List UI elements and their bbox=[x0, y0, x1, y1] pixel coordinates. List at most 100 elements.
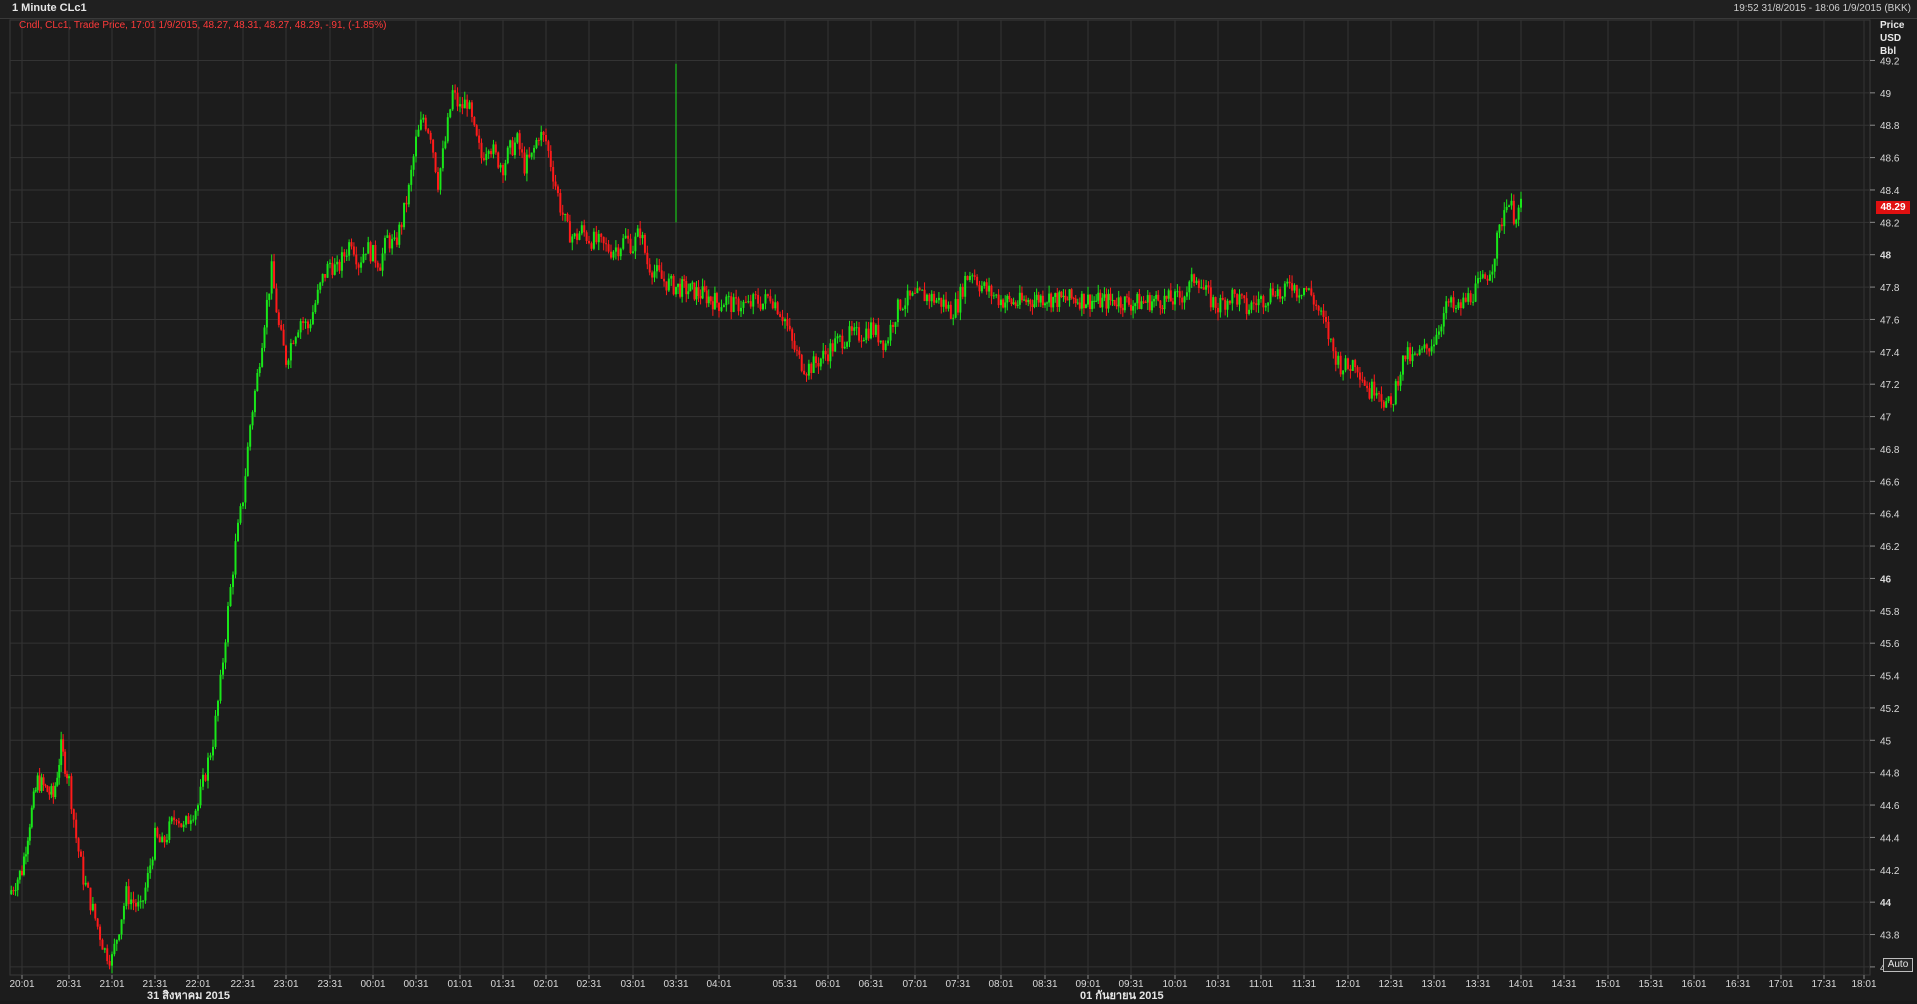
candle-body bbox=[1474, 283, 1477, 302]
candle-body bbox=[118, 934, 121, 940]
candle-body bbox=[437, 171, 439, 190]
candle-body bbox=[439, 168, 442, 190]
candle-body bbox=[1295, 285, 1298, 298]
candle-body bbox=[1248, 309, 1251, 314]
candle-body bbox=[561, 212, 564, 215]
candle-body bbox=[580, 225, 583, 234]
candle-body bbox=[163, 836, 166, 843]
candle-body bbox=[1409, 347, 1412, 362]
candle-body bbox=[937, 297, 940, 301]
candle-body bbox=[1469, 293, 1472, 303]
candle-body bbox=[827, 354, 829, 362]
y-tick-label: 43.8 bbox=[1880, 931, 1900, 942]
candle-body bbox=[590, 243, 593, 249]
price-chart[interactable]: 20:01 20:31 21:01 21:31 22:01 22:31 23:01 23:31… bbox=[0, 0, 1917, 1001]
candle-body bbox=[22, 856, 25, 875]
candle-body bbox=[289, 343, 292, 361]
y-tick-label: 48 bbox=[1880, 251, 1892, 262]
candle-body bbox=[376, 262, 379, 268]
candle-body bbox=[1467, 293, 1470, 302]
candle-body bbox=[38, 775, 41, 791]
candle-body bbox=[1219, 297, 1222, 313]
candle-body bbox=[870, 322, 872, 339]
candle-body bbox=[614, 247, 617, 252]
candle-body bbox=[244, 476, 247, 503]
candle-body bbox=[935, 300, 938, 303]
candle-body bbox=[470, 102, 473, 117]
candle-body bbox=[1327, 321, 1330, 340]
candle-body bbox=[860, 340, 863, 342]
candle-body bbox=[715, 293, 718, 303]
candle-body bbox=[528, 154, 531, 157]
candle-body bbox=[602, 236, 605, 244]
candle-body bbox=[1517, 207, 1520, 220]
candle-body bbox=[693, 282, 696, 300]
candle-body bbox=[1121, 307, 1124, 311]
x-tick-label: 15:01 bbox=[1595, 979, 1620, 990]
x-tick-label: 02:31 bbox=[576, 979, 601, 990]
candle-body bbox=[1125, 296, 1128, 298]
candle-body bbox=[675, 286, 677, 295]
candle-body bbox=[1488, 274, 1491, 281]
x-tick-label: 00:01 bbox=[360, 979, 385, 990]
candle-body bbox=[1224, 299, 1227, 310]
candle-body bbox=[1039, 295, 1042, 303]
candle-body bbox=[84, 882, 87, 885]
x-tick-label: 08:31 bbox=[1032, 979, 1057, 990]
candle-body bbox=[256, 372, 259, 391]
candle-body bbox=[89, 887, 92, 911]
candle-body bbox=[1193, 274, 1196, 284]
candle-body bbox=[516, 133, 519, 143]
candle-body bbox=[79, 851, 82, 857]
y-tick-label: 46 bbox=[1880, 574, 1892, 585]
candle-body bbox=[379, 267, 382, 271]
candle-body bbox=[629, 238, 632, 254]
candle-body bbox=[766, 294, 769, 297]
candle-body bbox=[788, 325, 791, 330]
candle-body bbox=[754, 294, 757, 296]
candle-body bbox=[655, 265, 658, 272]
candle-body bbox=[1520, 198, 1522, 208]
candle-body bbox=[383, 237, 386, 254]
candle-body bbox=[566, 213, 569, 222]
price-axis-label: Price bbox=[1880, 20, 1905, 31]
candle-body bbox=[419, 119, 422, 130]
candle-body bbox=[1418, 349, 1421, 355]
candle-body bbox=[846, 342, 849, 347]
candle-body bbox=[843, 346, 846, 349]
candle-body bbox=[1510, 200, 1513, 206]
candle-body bbox=[333, 264, 336, 275]
candle-body bbox=[1107, 293, 1110, 309]
candle-body bbox=[525, 154, 528, 174]
candle-body bbox=[862, 339, 865, 342]
auto-scale-button[interactable]: Auto bbox=[1883, 958, 1913, 972]
candle-body bbox=[1479, 277, 1482, 279]
candle-body bbox=[1320, 310, 1323, 312]
candle-body bbox=[568, 221, 571, 243]
candle-body bbox=[1169, 290, 1172, 302]
candle-body bbox=[889, 324, 892, 341]
candle-body bbox=[1050, 293, 1053, 308]
x-tick-label: 21:01 bbox=[99, 979, 124, 990]
candle-body bbox=[874, 324, 877, 335]
candle-body bbox=[237, 522, 239, 542]
candle-body bbox=[352, 246, 355, 255]
candle-body bbox=[573, 233, 576, 237]
candle-body bbox=[660, 270, 663, 279]
candle-body bbox=[170, 817, 173, 822]
x-tick-label: 07:01 bbox=[902, 979, 927, 990]
candle-body bbox=[781, 316, 784, 322]
candle-body bbox=[1157, 294, 1160, 301]
candle-body bbox=[535, 140, 538, 148]
candle-body bbox=[1310, 288, 1313, 296]
candle-body bbox=[559, 192, 562, 213]
y-tick-label: 45 bbox=[1880, 736, 1892, 747]
candle-body bbox=[815, 356, 818, 364]
y-tick-label: 46.6 bbox=[1880, 477, 1900, 488]
candle-body bbox=[459, 104, 461, 107]
candle-body bbox=[1082, 293, 1085, 309]
candle-body bbox=[18, 870, 21, 880]
candle-body bbox=[904, 305, 907, 309]
candle-body bbox=[1387, 396, 1390, 402]
candle-body bbox=[1370, 381, 1373, 399]
